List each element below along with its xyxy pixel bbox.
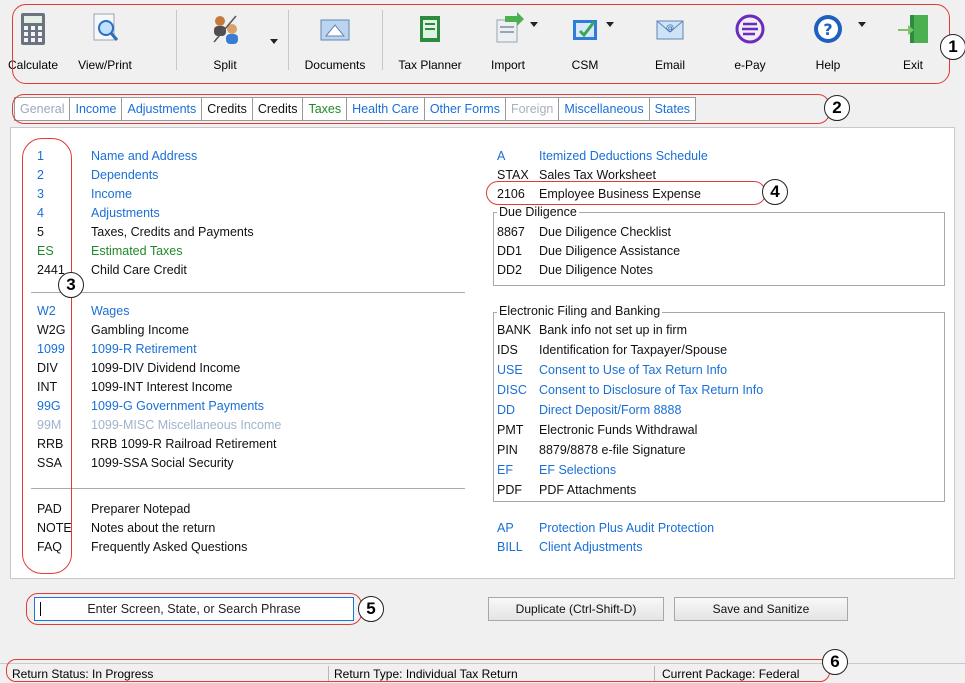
list-item[interactable]: RRB RRB 1099-R Railroad Retirement [37,435,437,454]
list-item[interactable]: DD2 Due Diligence Notes [497,261,917,280]
list-item[interactable]: AP Protection Plus Audit Protection [497,519,917,538]
divider [31,488,465,489]
callout-2106-outline [486,181,766,205]
list-item[interactable]: BANK Bank info not set up in firm [497,321,917,340]
list-item[interactable]: EF EF Selections [497,461,917,480]
callout-toolbar-outline [12,4,950,84]
callout-badge-1: 1 [940,34,965,60]
list-item[interactable]: 1099 1099-R Retirement [37,340,437,359]
list-item[interactable]: W2 Wages [37,302,437,321]
list-item[interactable]: W2G Gambling Income [37,321,437,340]
save-and-sanitize-button[interactable]: Save and Sanitize [674,597,848,621]
callout-badge-5: 5 [358,596,384,622]
list-item[interactable]: NOTE Notes about the return [37,519,437,538]
list-item[interactable]: IDS Identification for Taxpayer/Spouse [497,341,917,360]
list-item[interactable]: 2441 Child Care Credit [37,261,437,280]
list-item[interactable]: DD1 Due Diligence Assistance [497,242,917,261]
list-item[interactable]: PIN 8879/8878 e-file Signature [497,441,917,460]
duplicate-button[interactable]: Duplicate (Ctrl-Shift-D) [488,597,664,621]
callout-badge-3: 3 [58,272,84,298]
list-item[interactable]: USE Consent to Use of Tax Return Info [497,361,917,380]
list-item[interactable]: DISC Consent to Disclosure of Tax Return … [497,381,917,400]
list-item[interactable]: INT 1099-INT Interest Income [37,378,437,397]
callout-badge-2: 2 [824,95,850,121]
list-item[interactable]: SSA 1099-SSA Social Security [37,454,437,473]
list-item[interactable]: BILL Client Adjustments [497,538,917,557]
list-item[interactable]: DIV 1099-DIV Dividend Income [37,359,437,378]
list-item[interactable]: 3 Income [37,185,437,204]
list-item[interactable]: 99G 1099-G Government Payments [37,397,437,416]
callout-status-outline [6,659,830,682]
callout-badge-4: 4 [762,179,788,205]
main-panel: 1 Name and Address 2 Dependents 3 Income 4A… [10,127,955,579]
list-item[interactable]: 2 Dependents [37,166,437,185]
due-diligence-title: Due Diligence [497,205,579,219]
list-item[interactable]: 5 Taxes, Credits and Payments [37,223,437,242]
divider [31,292,465,293]
callout-codes-outline [22,138,72,574]
list-item[interactable]: ES Estimated Taxes [37,242,437,261]
list-item[interactable]: FAQ Frequently Asked Questions [37,538,437,557]
callout-tabs-outline [12,94,830,124]
list-item[interactable]: PDF PDF Attachments [497,481,917,500]
list-item[interactable]: 8867 Due Diligence Checklist [497,223,917,242]
list-item[interactable]: 1 Name and Address [37,147,437,166]
efiling-title: Electronic Filing and Banking [497,304,663,318]
list-item[interactable]: DD Direct Deposit/Form 8888 [497,401,917,420]
list-item[interactable]: 99M 1099-MISC Miscellaneous Income [37,416,437,435]
list-item[interactable]: PMT Electronic Funds Withdrawal [497,421,917,440]
list-item[interactable]: 4 Adjustments [37,204,437,223]
list-item[interactable]: PAD Preparer Notepad [37,500,437,519]
list-item[interactable]: A Itemized Deductions Schedule [497,147,917,166]
callout-badge-6: 6 [822,649,848,675]
callout-search-outline [26,593,362,625]
